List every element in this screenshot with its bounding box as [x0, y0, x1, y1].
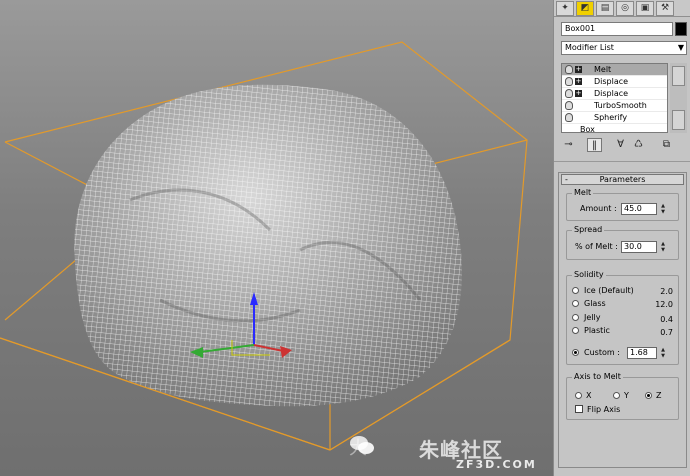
radio-glass[interactable]	[572, 300, 579, 307]
show-end-result-icon[interactable]: ‖	[587, 138, 602, 152]
group-title: Axis to Melt	[572, 372, 623, 382]
make-unique-icon[interactable]: ∀	[613, 138, 628, 152]
rollout-title: Parameters	[599, 175, 646, 184]
axis-to-melt-group: Axis to Melt X Y Z Flip Axis	[566, 372, 679, 420]
object-color-swatch[interactable]	[675, 22, 687, 36]
modify-tab-icon[interactable]: ◩	[576, 1, 594, 16]
motion-tab-icon[interactable]: ◎	[616, 1, 634, 16]
flip-axis-checkbox[interactable]	[575, 405, 583, 413]
stack-item-label: Box	[580, 125, 595, 133]
lightbulb-icon[interactable]	[565, 65, 573, 74]
chevron-down-icon: ▼	[677, 43, 684, 52]
stack-item-label: TurboSmooth	[594, 101, 647, 110]
lightbulb-icon[interactable]	[565, 101, 573, 110]
melt-group: Melt Amount : 45.0 ▲ ▼	[566, 188, 679, 221]
ice-label: Ice (Default)	[584, 286, 634, 295]
radio-custom[interactable]	[572, 349, 579, 356]
solidity-group: Solidity Ice (Default) 2.0 Glass 12.0 Je…	[566, 270, 679, 365]
object-name-field[interactable]: Box001	[561, 22, 673, 36]
axis-z-label: Z	[656, 391, 662, 400]
scroll-button-down[interactable]	[672, 110, 685, 130]
stack-item-melt[interactable]: + Melt	[562, 64, 667, 76]
amount-input[interactable]: 45.0	[621, 203, 657, 215]
modifier-stack: + Melt + Displace + Displace TurboSmooth…	[561, 63, 668, 133]
utilities-tab-icon[interactable]: ⚒	[656, 1, 674, 16]
percent-spinner[interactable]: ▲ ▼	[659, 241, 667, 253]
radio-plastic[interactable]	[572, 327, 579, 334]
melted-mesh	[74, 84, 462, 407]
remove-modifier-icon[interactable]: ♺	[631, 138, 646, 152]
stack-item-label: Melt	[594, 65, 612, 74]
command-panel: ✦ ◩ ▤ ◎ ▣ ⚒ Box001 Modifier List ▼ + Mel…	[553, 0, 690, 476]
watermark: 大 朱峰社区 ZF3D.COM	[349, 434, 549, 474]
spin-down-icon[interactable]: ▼	[661, 247, 665, 253]
display-tab-icon[interactable]: ▣	[636, 1, 654, 16]
modifier-list-dropdown[interactable]: Modifier List ▼	[561, 41, 687, 55]
custom-spinner[interactable]: ▲ ▼	[659, 347, 667, 359]
lightbulb-icon[interactable]	[565, 113, 573, 122]
amount-label: Amount :	[580, 204, 617, 213]
stack-scrollbar[interactable]	[670, 63, 687, 133]
create-tab-icon[interactable]: ✦	[556, 1, 574, 16]
radio-axis-y[interactable]	[613, 392, 620, 399]
collapse-icon: -	[565, 175, 568, 184]
divider	[554, 161, 690, 162]
watermark-subtext: ZF3D.COM	[456, 458, 537, 471]
lightbulb-icon[interactable]	[565, 89, 573, 98]
stack-item-label: Displace	[594, 89, 629, 98]
stack-item-label: Spherify	[594, 113, 628, 122]
stack-item-turbosmooth[interactable]: TurboSmooth	[562, 100, 667, 112]
radio-ice[interactable]	[572, 287, 579, 294]
expand-icon[interactable]: +	[575, 66, 582, 73]
percent-of-melt-input[interactable]: 30.0	[621, 241, 657, 253]
group-title: Melt	[572, 188, 594, 198]
spin-down-icon[interactable]: ▼	[661, 209, 665, 215]
stack-item-box[interactable]: Box	[562, 124, 667, 133]
spin-down-icon[interactable]: ▼	[661, 353, 665, 359]
watermark-prefix: 大	[349, 438, 367, 459]
scene-render	[0, 41, 528, 451]
spread-group: Spread % of Melt : 30.0 ▲ ▼	[566, 225, 679, 260]
pin-stack-icon[interactable]: ⊸	[561, 138, 576, 152]
axis-y-label: Y	[624, 391, 629, 400]
glass-value: 12.0	[655, 300, 673, 309]
modifier-list-label: Modifier List	[565, 43, 614, 52]
plastic-value: 0.7	[660, 328, 673, 337]
radio-axis-x[interactable]	[575, 392, 582, 399]
plastic-label: Plastic	[584, 326, 610, 335]
configure-modifier-sets-icon[interactable]: ⧉	[659, 138, 674, 152]
expand-icon[interactable]: +	[575, 78, 582, 85]
stack-item-displace[interactable]: + Displace	[562, 76, 667, 88]
percent-of-melt-label: % of Melt :	[575, 242, 618, 251]
command-panel-tabs: ✦ ◩ ▤ ◎ ▣ ⚒	[554, 0, 690, 17]
stack-item-spherify[interactable]: Spherify	[562, 112, 667, 124]
parameters-rollout-header[interactable]: - Parameters	[561, 174, 684, 185]
amount-spinner[interactable]: ▲ ▼	[659, 203, 667, 215]
glass-label: Glass	[584, 299, 606, 308]
radio-axis-z[interactable]	[645, 392, 652, 399]
custom-input[interactable]: 1.68	[627, 347, 657, 359]
group-title: Spread	[572, 225, 605, 235]
parameters-rollout: - Parameters Melt Amount : 45.0 ▲ ▼ Spre…	[558, 172, 687, 468]
perspective-viewport[interactable]: 大 朱峰社区 ZF3D.COM	[0, 0, 553, 476]
custom-label: Custom :	[584, 348, 620, 357]
jelly-value: 0.4	[660, 315, 673, 324]
scroll-button-up[interactable]	[672, 66, 685, 86]
axis-x-label: X	[586, 391, 592, 400]
expand-icon[interactable]: +	[575, 90, 582, 97]
lightbulb-icon[interactable]	[565, 77, 573, 86]
ice-value: 2.0	[660, 287, 673, 296]
group-title: Solidity	[572, 270, 606, 280]
jelly-label: Jelly	[584, 313, 601, 322]
stack-item-label: Displace	[594, 77, 629, 86]
stack-toolbar: ⊸ ‖ ∀ ♺ ⧉	[561, 138, 687, 153]
flip-axis-label: Flip Axis	[587, 405, 621, 414]
hierarchy-tab-icon[interactable]: ▤	[596, 1, 614, 16]
stack-item-displace[interactable]: + Displace	[562, 88, 667, 100]
radio-jelly[interactable]	[572, 314, 579, 321]
